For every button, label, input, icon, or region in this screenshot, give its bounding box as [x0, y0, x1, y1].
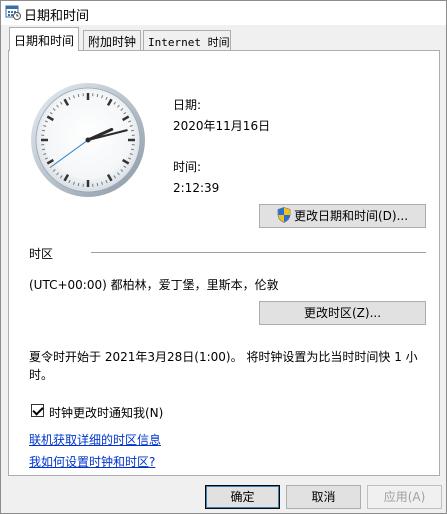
timezone-value: (UTC+00:00) 都柏林，爱丁堡，里斯本，伦敦 [29, 278, 279, 292]
minute-tick [41, 129, 46, 132]
minute-tick [41, 148, 46, 151]
online-timezone-info-link[interactable]: 联机获取详细的时区信息 [29, 431, 161, 448]
window-title: 日期和时间 [24, 9, 90, 24]
ok-button[interactable]: 确定 [205, 485, 280, 509]
minute-tick [77, 182, 80, 187]
clock-center [85, 137, 91, 143]
tab-date-time[interactable]: 日期和时间 [9, 27, 79, 51]
analog-clock [31, 83, 145, 197]
date-value: 2020年11月16日 [173, 119, 271, 133]
how-to-set-clock-link[interactable]: 我如何设置时钟和时区? [29, 453, 155, 470]
dst-info-line1: 夏令时开始于 2021年3月28日(1:00)。 将时钟设置为比当时时间快 1 … [29, 350, 418, 364]
uac-shield-icon [277, 207, 291, 223]
timezone-separator [91, 252, 426, 253]
tab-additional-clocks[interactable]: 附加时钟 [83, 30, 141, 50]
apply-button[interactable]: 应用(A) [367, 485, 442, 509]
dst-info-line2: 时。 [29, 368, 54, 382]
change-date-time-button[interactable]: 更改日期和时间(D)... [259, 204, 426, 228]
minute-tick [96, 182, 99, 187]
tab-panel: 日期: 2020年11月16日 时间: 2:12:39 更改日期和时间(D)..… [8, 50, 440, 476]
cancel-button[interactable]: 取消 [286, 485, 361, 509]
date-time-dialog: 日期和时间 日期和时间 附加时钟 Internet 时间 日期: 2020年11… [0, 0, 447, 514]
date-label: 日期: [173, 98, 202, 112]
time-value: 2:12:39 [173, 181, 220, 195]
notify-checkbox[interactable] [31, 404, 44, 417]
title-bar: 日期和时间 [1, 1, 446, 25]
tab-internet-time[interactable]: Internet 时间 [143, 30, 231, 50]
minute-tick [77, 93, 80, 98]
calendar-clock-icon [5, 4, 21, 20]
notify-label[interactable]: 时钟更改时通知我(N) [49, 404, 163, 421]
minute-tick [96, 93, 99, 98]
change-date-time-label: 更改日期和时间(D)... [293, 209, 409, 223]
minute-tick [130, 129, 135, 132]
timezone-section-label: 时区 [29, 247, 54, 261]
time-label: 时间: [173, 160, 202, 174]
minute-tick [130, 148, 135, 151]
change-timezone-button[interactable]: 更改时区(Z)... [259, 301, 426, 325]
